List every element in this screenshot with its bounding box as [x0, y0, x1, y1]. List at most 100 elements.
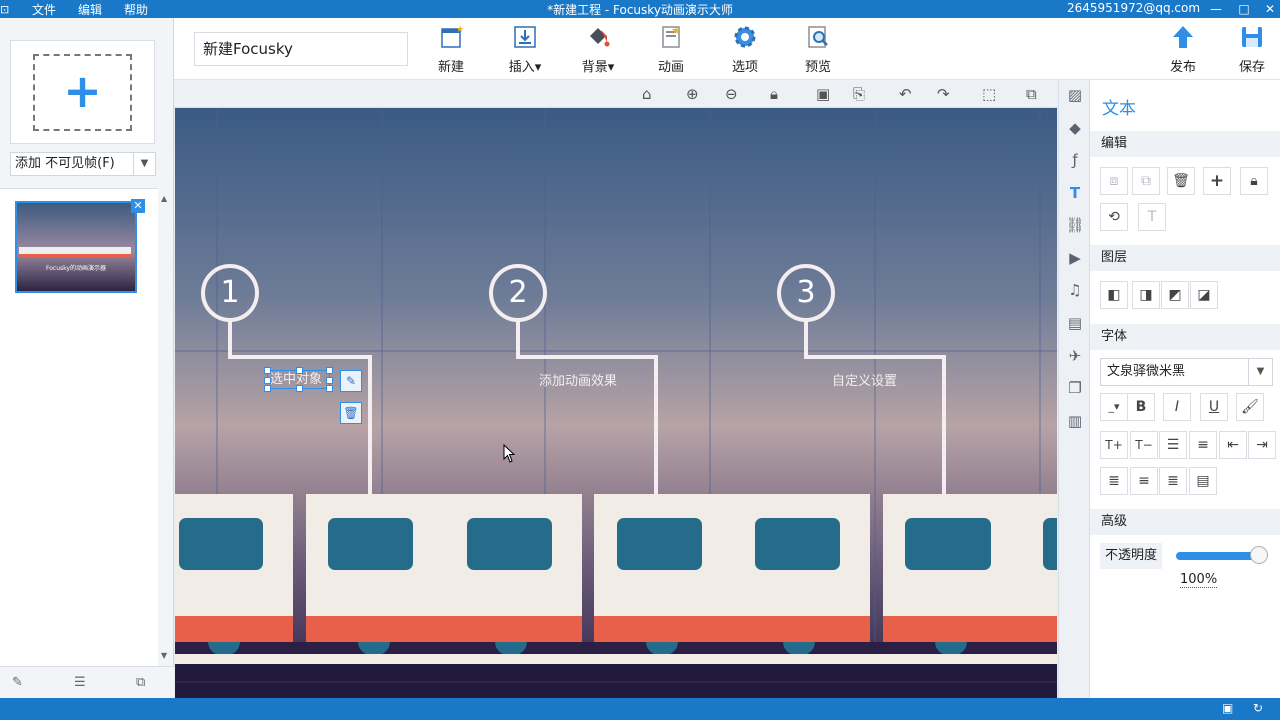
- preview-icon: [808, 26, 828, 48]
- bring-forward-icon[interactable]: ◨: [1132, 281, 1160, 309]
- close-icon[interactable]: ✕: [1258, 0, 1280, 18]
- window-restore-icon[interactable]: ⧉: [1026, 85, 1037, 103]
- add-icon[interactable]: +: [1203, 167, 1231, 195]
- text-icon[interactable]: T: [1065, 183, 1085, 203]
- edit-slide-icon[interactable]: ✎: [12, 675, 23, 690]
- insert-button[interactable]: 插入▾: [497, 24, 553, 76]
- step-number-3[interactable]: 3: [780, 267, 832, 319]
- zoom-out-icon[interactable]: ⊖: [725, 85, 738, 103]
- zoom-in-icon[interactable]: ⊕: [686, 85, 699, 103]
- animation-button[interactable]: ★ 动画: [643, 24, 699, 76]
- resize-handle-top-right[interactable]: [326, 367, 333, 374]
- resize-handle-bottom-left[interactable]: [264, 385, 271, 392]
- resize-handle-top[interactable]: [296, 367, 303, 374]
- new-button[interactable]: ★ 新建: [423, 24, 479, 76]
- edit-text-icon[interactable]: ✎: [340, 370, 362, 392]
- swf-icon[interactable]: ƒ: [1065, 150, 1085, 170]
- video-icon[interactable]: ▶: [1065, 248, 1085, 268]
- send-to-back-icon[interactable]: ◪: [1190, 281, 1218, 309]
- send-backward-icon[interactable]: ◩: [1161, 281, 1189, 309]
- resize-handle-left[interactable]: [264, 377, 271, 384]
- resize-handle-bottom[interactable]: [296, 385, 303, 392]
- image-icon[interactable]: ▨: [1065, 85, 1085, 105]
- decrease-font-size-icon[interactable]: T−: [1130, 431, 1158, 459]
- decrease-indent-icon[interactable]: ⇤: [1219, 431, 1247, 459]
- align-right-icon[interactable]: ≣: [1159, 467, 1187, 495]
- trash-icon[interactable]: 🗑︎: [1167, 167, 1195, 195]
- publish-button[interactable]: 发布: [1155, 24, 1211, 76]
- layers-icon[interactable]: ❐: [1065, 378, 1085, 398]
- bring-to-front-icon[interactable]: ◧: [1100, 281, 1128, 309]
- increase-font-size-icon[interactable]: T+: [1100, 431, 1128, 459]
- opacity-slider-handle[interactable]: [1250, 546, 1268, 564]
- insert-dropdown-icon: ▾: [534, 60, 542, 75]
- resize-handle-top-left[interactable]: [264, 367, 271, 374]
- add-frame-button[interactable]: +: [10, 40, 155, 144]
- align-object-icon[interactable]: ⧈: [1100, 167, 1128, 195]
- plane-icon[interactable]: ✈: [1065, 346, 1085, 366]
- slide-thumbnail-1[interactable]: ✕ Focusky的动画演示器: [15, 199, 145, 293]
- step-label-3[interactable]: 自定义设置: [832, 370, 897, 389]
- step-number-1[interactable]: 1: [204, 267, 256, 319]
- resize-handle-right[interactable]: [326, 377, 333, 384]
- redo-icon[interactable]: ↷: [937, 85, 950, 103]
- save-button[interactable]: 保存: [1224, 24, 1280, 76]
- rotate-icon[interactable]: ⟲: [1100, 203, 1128, 231]
- paste-icon[interactable]: ⎘: [853, 85, 865, 103]
- shape-icon[interactable]: ◆: [1065, 118, 1085, 138]
- increase-indent-icon[interactable]: ⇥: [1248, 431, 1276, 459]
- resize-handle-bottom-right[interactable]: [326, 385, 333, 392]
- editing-canvas[interactable]: 1 2 3 选中对象 ✎ 🗑︎ 添加动画效果 自定义设置: [175, 108, 1057, 698]
- undo-icon[interactable]: ↶: [899, 85, 912, 103]
- background-button[interactable]: 背景▾: [570, 24, 626, 76]
- refresh-icon[interactable]: ↻: [1253, 701, 1263, 715]
- options-button[interactable]: 选项: [717, 24, 773, 76]
- maximize-icon[interactable]: □: [1232, 0, 1256, 18]
- font-family-select[interactable]: 文泉驿微米黑 ▼: [1100, 358, 1273, 386]
- document-icon[interactable]: ▤: [1065, 313, 1085, 333]
- slide-panel: + 添加 不可见帧(F) ▼ ✕ Focusky的动画演示器 ▲ ▼ ✎ ☰ ⧉: [0, 18, 174, 698]
- preview-button[interactable]: 预览: [790, 24, 846, 76]
- section-edit: 编辑: [1090, 131, 1280, 157]
- step-label-2[interactable]: 添加动画效果: [539, 370, 617, 389]
- slide-list-scrollbar[interactable]: ▲ ▼: [158, 188, 173, 666]
- delete-object-icon[interactable]: 🗑︎: [340, 402, 362, 424]
- align-left-icon[interactable]: ≣: [1100, 467, 1128, 495]
- link-icon[interactable]: ⛓: [1065, 215, 1085, 235]
- thumbnail-train-strip: [19, 247, 131, 257]
- add-frame-type-select[interactable]: 添加 不可见帧(F) ▼: [10, 152, 156, 176]
- chevron-down-icon[interactable]: ▼: [1248, 359, 1272, 385]
- scroll-down-icon[interactable]: ▼: [161, 651, 167, 660]
- lock-icon[interactable]: 🔒︎: [770, 85, 778, 103]
- bullet-list-icon[interactable]: ≡: [1189, 431, 1217, 459]
- distribute-object-icon[interactable]: ⧉: [1132, 167, 1160, 195]
- slide-settings-icon[interactable]: ☰: [74, 675, 86, 690]
- layout-icon[interactable]: ▥: [1065, 411, 1085, 431]
- underline-button[interactable]: U: [1200, 393, 1228, 421]
- home-icon[interactable]: ⌂: [642, 85, 652, 103]
- format-brush-icon[interactable]: 🖌︎: [1236, 393, 1264, 421]
- user-account[interactable]: 2645951972@qq.com: [1067, 1, 1200, 15]
- numbered-list-icon[interactable]: ☰: [1159, 431, 1187, 459]
- project-title-input[interactable]: 新建Focusky: [194, 32, 408, 66]
- chevron-down-icon[interactable]: ▼: [133, 153, 155, 175]
- main-toolbar: 新建Focusky ★ 新建 插入▾ 背景▾ ★ 动画 选项 预览 发布 保存: [174, 18, 1280, 80]
- font-color-icon[interactable]: _▾: [1100, 393, 1128, 421]
- select-frame-icon[interactable]: ⬚: [982, 85, 996, 103]
- delete-slide-icon[interactable]: ✕: [131, 199, 145, 213]
- scroll-up-icon[interactable]: ▲: [161, 194, 167, 203]
- bold-button[interactable]: B: [1127, 393, 1155, 421]
- music-icon[interactable]: ♫: [1065, 280, 1085, 300]
- justify-icon[interactable]: ▤: [1189, 467, 1217, 495]
- align-center-icon[interactable]: ≡: [1130, 467, 1158, 495]
- lock-object-icon[interactable]: 🔒︎: [1240, 167, 1268, 195]
- copy-slide-icon[interactable]: ⧉: [136, 675, 145, 690]
- minimize-icon[interactable]: —: [1204, 0, 1228, 18]
- italic-button[interactable]: I: [1163, 393, 1191, 421]
- step-number-2[interactable]: 2: [492, 267, 544, 319]
- opacity-value: 100%: [1180, 572, 1218, 588]
- text-style-icon[interactable]: T: [1138, 203, 1166, 231]
- step-connector-2: [516, 320, 658, 496]
- screen-icon[interactable]: ▣: [1222, 701, 1233, 715]
- copy-icon[interactable]: ▣: [816, 85, 830, 103]
